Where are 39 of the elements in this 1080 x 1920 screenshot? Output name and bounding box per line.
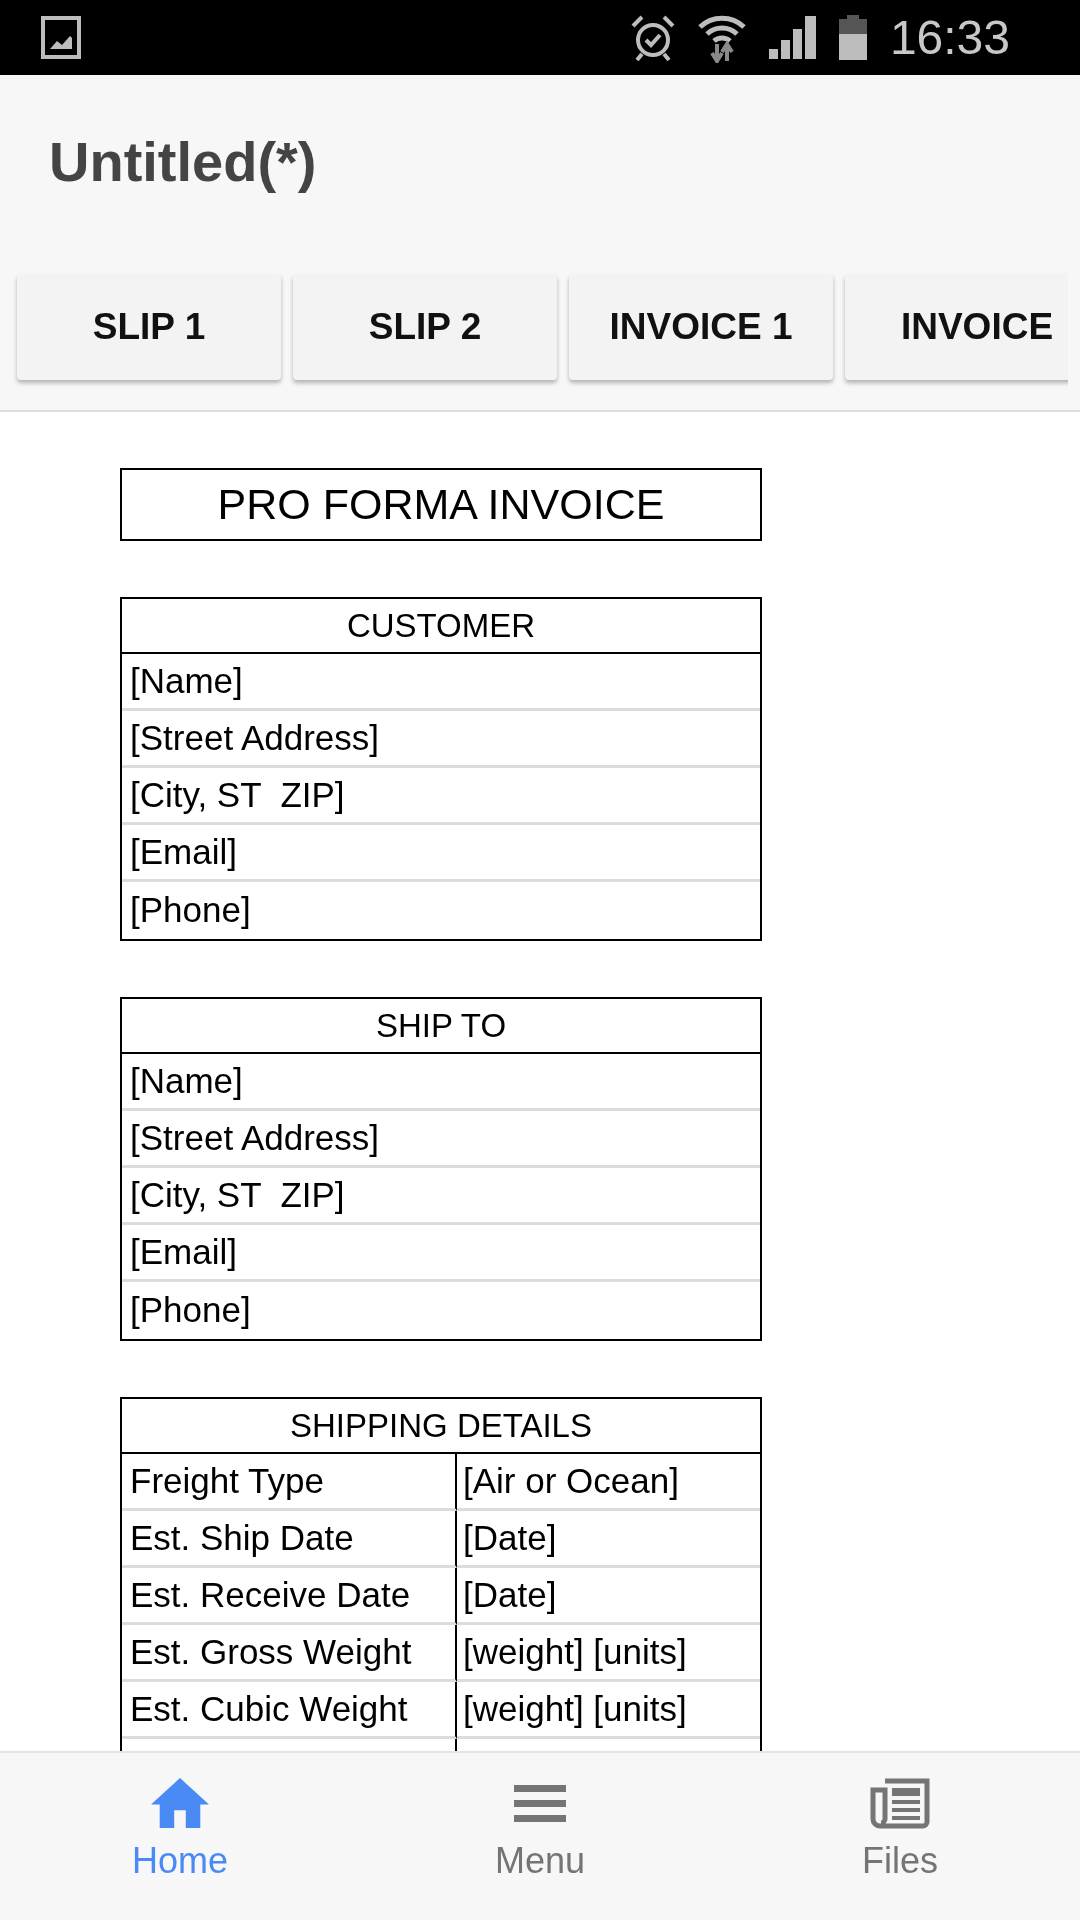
table-heading: SHIP TO bbox=[122, 999, 760, 1054]
template-button[interactable]: INVOICE 1 bbox=[569, 274, 833, 380]
table-cell-text: [Phone] bbox=[129, 889, 252, 932]
menu-icon bbox=[514, 1784, 566, 1822]
alarm-clock-icon bbox=[630, 14, 675, 61]
nav-tab[interactable]: Files bbox=[862, 1777, 938, 1879]
table-cell: Est. Cubic Weight bbox=[122, 1682, 457, 1739]
document-title: PRO FORMA INVOICE bbox=[120, 468, 762, 541]
table-cell: [weight] [units] bbox=[457, 1625, 760, 1682]
table-cell: [Date] bbox=[457, 1511, 760, 1568]
table-cell: [Name] bbox=[122, 654, 760, 711]
template-button[interactable]: SLIP 2 bbox=[293, 274, 557, 380]
table-heading: CUSTOMER bbox=[122, 599, 760, 654]
table-cell: Est. Gross Weight bbox=[122, 1625, 457, 1682]
table-cell: [Street Address] bbox=[122, 711, 760, 768]
table-cell: Est. Receive Date bbox=[122, 1568, 457, 1625]
table-cell: [City, ST ZIP] bbox=[122, 1168, 760, 1225]
table-heading: SHIPPING DETAILS bbox=[122, 1399, 760, 1454]
table-cell: [Name] bbox=[122, 1054, 760, 1111]
table-cell: [Email] bbox=[122, 825, 760, 882]
table-cell: [Air or Ocean] bbox=[457, 1454, 760, 1511]
battery-icon bbox=[838, 15, 867, 60]
template-button[interactable]: SLIP 1 bbox=[17, 274, 281, 380]
table-cell: [City, ST ZIP] bbox=[122, 768, 760, 825]
table-cell: Est. Ship Date bbox=[122, 1511, 457, 1568]
newspaper-icon bbox=[870, 1777, 930, 1829]
signal-icon bbox=[768, 16, 816, 59]
table-cell: [Street Address] bbox=[122, 1111, 760, 1168]
status-time: 16:33 bbox=[889, 13, 1010, 62]
table-cell-text: [Phone] bbox=[129, 1289, 252, 1332]
nav-tab[interactable]: Menu bbox=[494, 1777, 586, 1879]
table-cell: [Email] bbox=[122, 1225, 760, 1282]
document-name: Untitled(*) bbox=[49, 129, 317, 195]
table-cell: [weight] [units] bbox=[457, 1682, 760, 1739]
table-cell: [Date] bbox=[457, 1568, 760, 1625]
home-icon bbox=[151, 1778, 209, 1828]
table-cell: Freight Type bbox=[122, 1454, 457, 1511]
image-icon bbox=[41, 16, 81, 59]
template-button[interactable]: INVOICE bbox=[845, 274, 1068, 380]
